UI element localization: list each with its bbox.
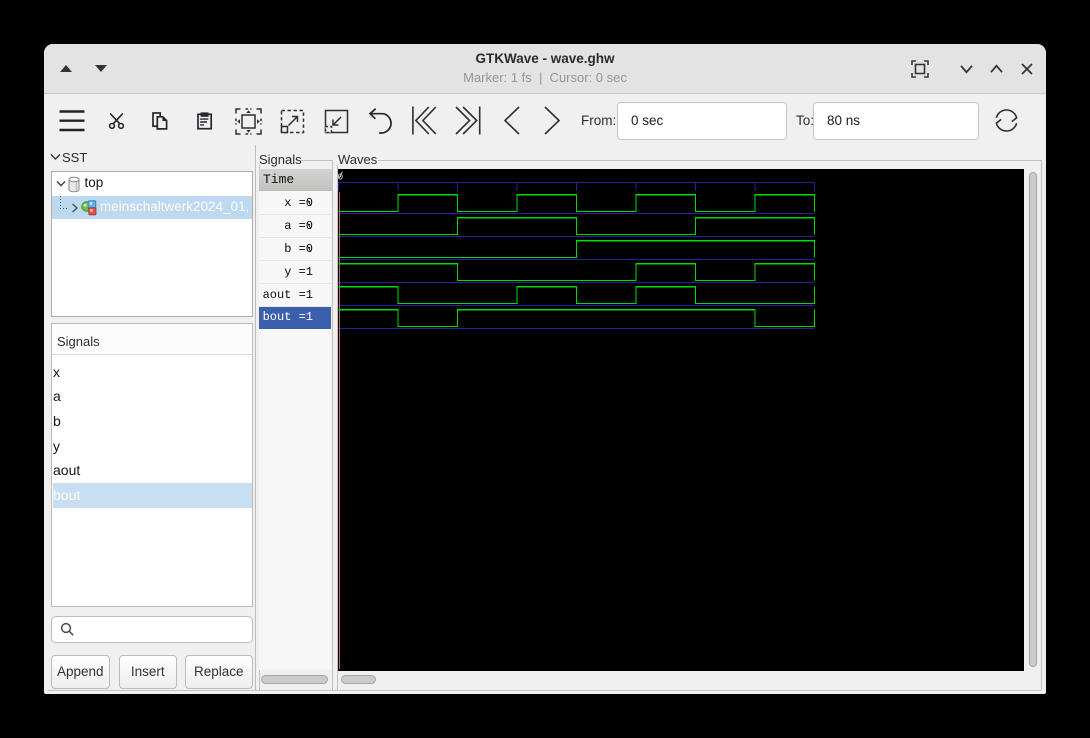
svg-text:0: 0: [338, 171, 344, 182]
